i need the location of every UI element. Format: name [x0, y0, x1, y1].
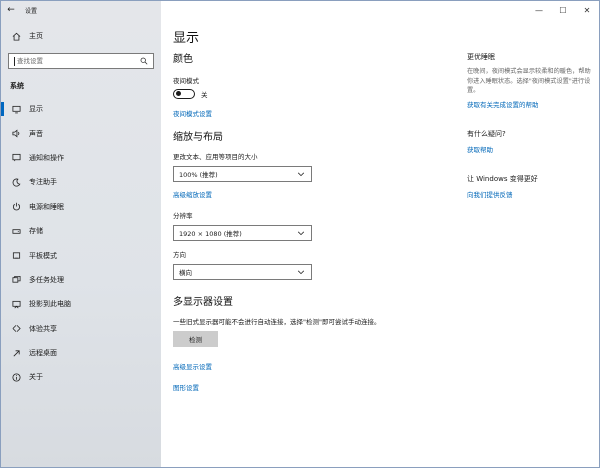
storage-icon	[10, 225, 22, 237]
notification-icon	[10, 152, 22, 164]
sleep-description: 在晚间，夜间模式会显示较柔和的暖色，帮助你进入睡眠状态。选择"夜间模式设置"进行…	[467, 68, 591, 94]
orientation-label: 方向	[173, 251, 186, 259]
sidebar-item-label: 多任务处理	[29, 275, 64, 284]
project-icon	[10, 298, 22, 310]
graphics-settings-link[interactable]: 图形设置	[173, 382, 433, 392]
sidebar-item-label: 电源和睡眠	[29, 202, 64, 211]
close-icon: ✕	[583, 5, 591, 15]
sidebar-nav: 显示 声音 通知和操作 专注助手 电源和睡眠 存储 平板模式 多任务处理 投影到…	[1, 97, 161, 390]
advanced-scaling-link[interactable]: 高级缩放设置	[173, 189, 433, 199]
question-heading: 有什么疑问?	[467, 129, 506, 138]
settings-window: ← 设置 主页 系统 显示	[0, 0, 600, 468]
sidebar: ← 设置 主页 系统 显示	[1, 1, 161, 467]
sidebar-item-label: 通知和操作	[29, 153, 64, 162]
tablet-icon	[10, 250, 22, 262]
chevron-down-icon	[297, 268, 305, 276]
sidebar-item-home[interactable]: 主页	[1, 27, 161, 45]
orientation-value: 横向	[179, 269, 192, 277]
sidebar-item-label: 体验共享	[29, 324, 57, 333]
back-button[interactable]: ←	[1, 1, 21, 19]
sidebar-item-multitasking[interactable]: 多任务处理	[1, 268, 161, 292]
share-icon	[10, 323, 22, 335]
sidebar-item-display[interactable]: 显示	[1, 97, 161, 121]
sidebar-item-label: 存储	[29, 227, 43, 236]
improve-windows-heading: 让 Windows 变得更好	[467, 174, 538, 183]
multitask-icon	[10, 274, 22, 286]
section-label-system: 系统	[10, 82, 24, 90]
search-icon[interactable]	[139, 56, 149, 66]
remote-icon	[10, 347, 22, 359]
chevron-down-icon	[297, 229, 305, 237]
close-button[interactable]: ✕	[575, 1, 599, 19]
detect-button-label: 检测	[189, 336, 202, 344]
search-input[interactable]	[15, 57, 139, 65]
window-controls: — ☐ ✕	[527, 1, 599, 19]
search-box[interactable]	[8, 53, 154, 69]
sidebar-item-label: 声音	[29, 129, 43, 138]
get-help-link[interactable]: 获取帮助	[467, 144, 595, 154]
monitor-icon	[10, 103, 22, 115]
sidebar-item-notifications[interactable]: 通知和操作	[1, 146, 161, 170]
app-title: 设置	[25, 7, 38, 15]
sleep-heading: 更优睡眠	[467, 53, 495, 61]
night-light-toggle[interactable]	[173, 89, 195, 99]
chevron-down-icon	[297, 170, 305, 178]
scale-label: 更改文本、应用等项目的大小	[173, 153, 258, 161]
moon-icon	[10, 176, 22, 188]
detect-button[interactable]: 检测	[173, 331, 218, 347]
orientation-dropdown[interactable]: 横向	[173, 264, 312, 280]
resolution-value: 1920 × 1080 (推荐)	[179, 230, 242, 238]
scale-section-title: 缩放与布局	[173, 132, 223, 143]
resolution-dropdown[interactable]: 1920 × 1080 (推荐)	[173, 225, 312, 241]
color-section-title: 颜色	[173, 54, 193, 65]
advanced-display-settings-link[interactable]: 高级显示设置	[173, 361, 433, 371]
sidebar-item-label: 显示	[29, 105, 43, 114]
feedback-link[interactable]: 向我们提供反馈	[467, 189, 595, 199]
related-panel: 更优睡眠 在晚间，夜间模式会显示较柔和的暖色，帮助你进入睡眠状态。选择"夜间模式…	[467, 52, 595, 199]
minimize-icon: —	[535, 5, 543, 15]
sidebar-item-power-sleep[interactable]: 电源和睡眠	[1, 195, 161, 219]
sidebar-item-remote-desktop[interactable]: 远程桌面	[1, 341, 161, 365]
sidebar-item-about[interactable]: 关于	[1, 365, 161, 389]
sidebar-item-label: 专注助手	[29, 178, 57, 187]
scale-dropdown[interactable]: 100% (推荐)	[173, 166, 312, 182]
sidebar-item-storage[interactable]: 存储	[1, 219, 161, 243]
sidebar-item-label: 关于	[29, 373, 43, 382]
minimize-button[interactable]: —	[527, 1, 551, 19]
sidebar-item-shared-experiences[interactable]: 体验共享	[1, 317, 161, 341]
page-title: 显示	[173, 31, 200, 46]
main-content: 显示 颜色 夜间模式 关 夜间模式设置 缩放与布局 更改文本、应用等项目的大小 …	[173, 27, 433, 392]
sidebar-item-sound[interactable]: 声音	[1, 121, 161, 145]
sidebar-item-focus-assist[interactable]: 专注助手	[1, 170, 161, 194]
sidebar-item-label: 投影到此电脑	[29, 300, 71, 309]
multi-display-description: 一些旧式显示器可能不会进行自动连接，选择"检测"即可尝试手动连接。	[173, 318, 381, 326]
titlebar: ← 设置	[1, 1, 161, 19]
resolution-label: 分辨率	[173, 212, 193, 220]
sidebar-item-tablet-mode[interactable]: 平板模式	[1, 243, 161, 267]
night-light-label: 夜间模式	[173, 77, 199, 85]
speaker-icon	[10, 128, 22, 140]
sleep-help-link[interactable]: 获取有关完成设置的帮助	[467, 99, 595, 109]
night-light-settings-link[interactable]: 夜间模式设置	[173, 108, 433, 118]
night-light-state: 关	[201, 91, 208, 99]
sidebar-item-project[interactable]: 投影到此电脑	[1, 292, 161, 316]
sidebar-item-label: 远程桌面	[29, 349, 57, 358]
maximize-icon: ☐	[559, 5, 567, 15]
home-icon	[10, 30, 22, 42]
power-icon	[10, 201, 22, 213]
multi-display-section-title: 多显示器设置	[173, 297, 233, 308]
back-arrow-icon: ←	[7, 5, 15, 15]
night-light-toggle-row: 关	[173, 89, 433, 99]
home-label: 主页	[29, 32, 43, 40]
maximize-button[interactable]: ☐	[551, 1, 575, 19]
scale-value: 100% (推荐)	[179, 171, 218, 179]
sidebar-item-label: 平板模式	[29, 251, 57, 260]
info-icon	[10, 371, 22, 383]
